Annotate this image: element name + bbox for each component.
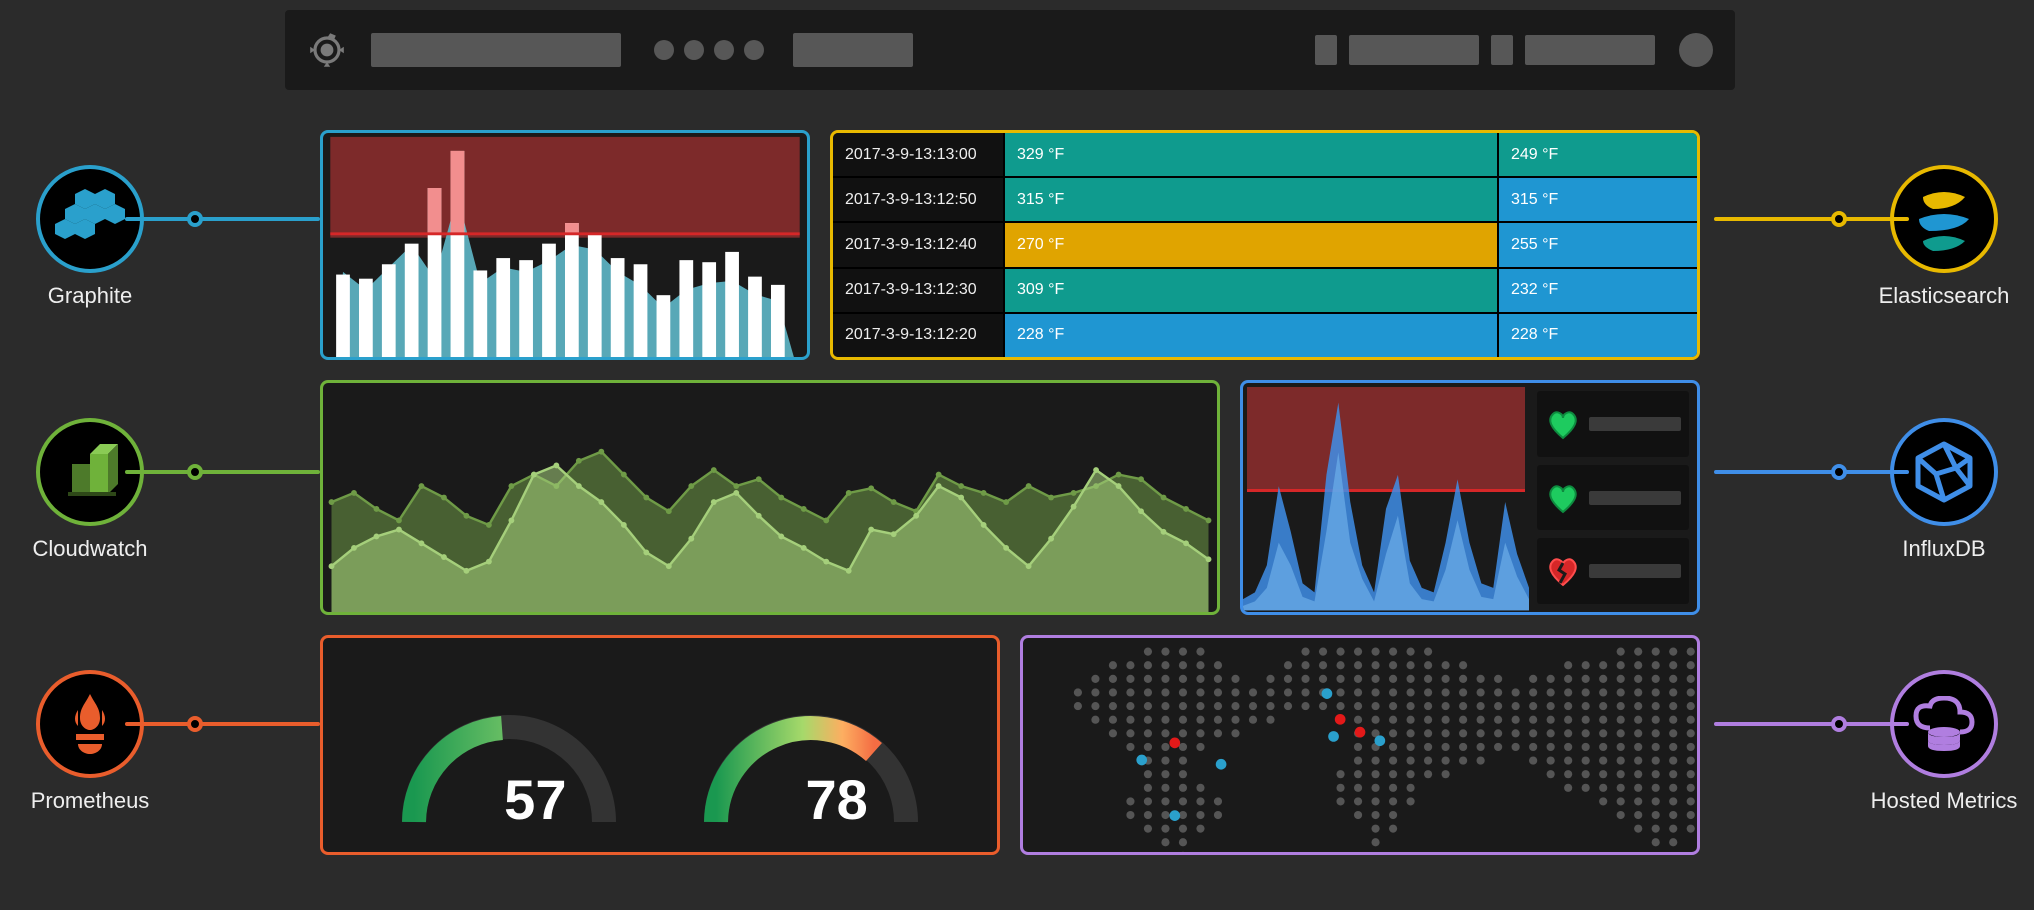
toolbar-placeholder [793,33,913,67]
value-cell: 315 °F [1003,178,1497,221]
connector [125,470,320,474]
avatar-placeholder [1679,33,1713,67]
connector [125,217,320,221]
datasource-graphite: Graphite [15,165,165,309]
hosted-metrics-icon [1910,696,1978,752]
connector [1714,470,1909,474]
connector [125,722,320,726]
health-bar [1589,491,1681,505]
toolbar-placeholder [1525,35,1655,65]
datasource-label: Hosted Metrics [1869,788,2019,814]
toolbar-placeholder [1315,35,1337,65]
gauge: 78 [696,692,926,832]
timestamp-cell: 2017-3-9-13:12:40 [833,223,1003,266]
datasource-label: Cloudwatch [15,536,165,562]
timestamp-cell: 2017-3-9-13:12:50 [833,178,1003,221]
gauge-value: 78 [722,767,952,832]
panel-table: 2017-3-9-13:13:00329 °F249 °F2017-3-9-13… [830,130,1700,360]
graphite-icon [55,189,125,249]
health-bar [1589,564,1681,578]
panel-alert [1240,380,1700,615]
gauge: 57 [394,692,624,832]
value-cell: 315 °F [1497,178,1697,221]
value-cell: 329 °F [1003,133,1497,176]
value-cell: 255 °F [1497,223,1697,266]
datasource-label: Prometheus [15,788,165,814]
timestamp-cell: 2017-3-9-13:12:30 [833,269,1003,312]
panel-area-chart [320,380,1220,615]
datasource-label: InfluxDB [1869,536,2019,562]
connector [1714,217,1909,221]
elasticsearch-icon [1911,187,1977,251]
timestamp-cell: 2017-3-9-13:13:00 [833,133,1003,176]
datasource-elasticsearch: Elasticsearch [1869,165,2019,309]
datasource-prometheus: Prometheus [15,670,165,814]
prometheus-icon [60,692,120,756]
toolbar-placeholder [1491,35,1513,65]
table-row: 2017-3-9-13:12:40270 °F255 °F [833,221,1697,266]
health-bar [1589,417,1681,431]
table-row: 2017-3-9-13:12:30309 °F232 °F [833,267,1697,312]
grafana-swirl-icon [307,30,347,70]
heart-icon [1545,406,1581,442]
datasource-label: Graphite [15,283,165,309]
heart-icon [1545,480,1581,516]
panel-bar-chart [320,130,810,360]
toolbar-placeholder [371,33,621,67]
datasource-label: Elasticsearch [1869,283,2019,309]
panel-gauges: 57 78 [320,635,1000,855]
value-cell: 228 °F [1497,314,1697,357]
cloudwatch-icon [58,440,122,504]
health-row [1537,538,1689,604]
table-row: 2017-3-9-13:13:00329 °F249 °F [833,133,1697,176]
datasource-hosted-metrics: Hosted Metrics [1869,670,2019,814]
value-cell: 309 °F [1003,269,1497,312]
panel-worldmap [1020,635,1700,855]
heart-broken-icon [1545,553,1581,589]
value-cell: 249 °F [1497,133,1697,176]
timestamp-cell: 2017-3-9-13:12:20 [833,314,1003,357]
value-cell: 270 °F [1003,223,1497,266]
toolbar-dots [649,40,769,60]
health-row [1537,391,1689,457]
gauge-value: 57 [420,767,650,832]
table-row: 2017-3-9-13:12:50315 °F315 °F [833,176,1697,221]
influxdb-icon [1912,440,1976,504]
datasource-influxdb: InfluxDB [1869,418,2019,562]
value-cell: 232 °F [1497,269,1697,312]
value-cell: 228 °F [1003,314,1497,357]
table-row: 2017-3-9-13:12:20228 °F228 °F [833,312,1697,357]
datasource-cloudwatch: Cloudwatch [15,418,165,562]
app-toolbar [285,10,1735,90]
health-row [1537,465,1689,531]
toolbar-placeholder [1349,35,1479,65]
connector [1714,722,1909,726]
